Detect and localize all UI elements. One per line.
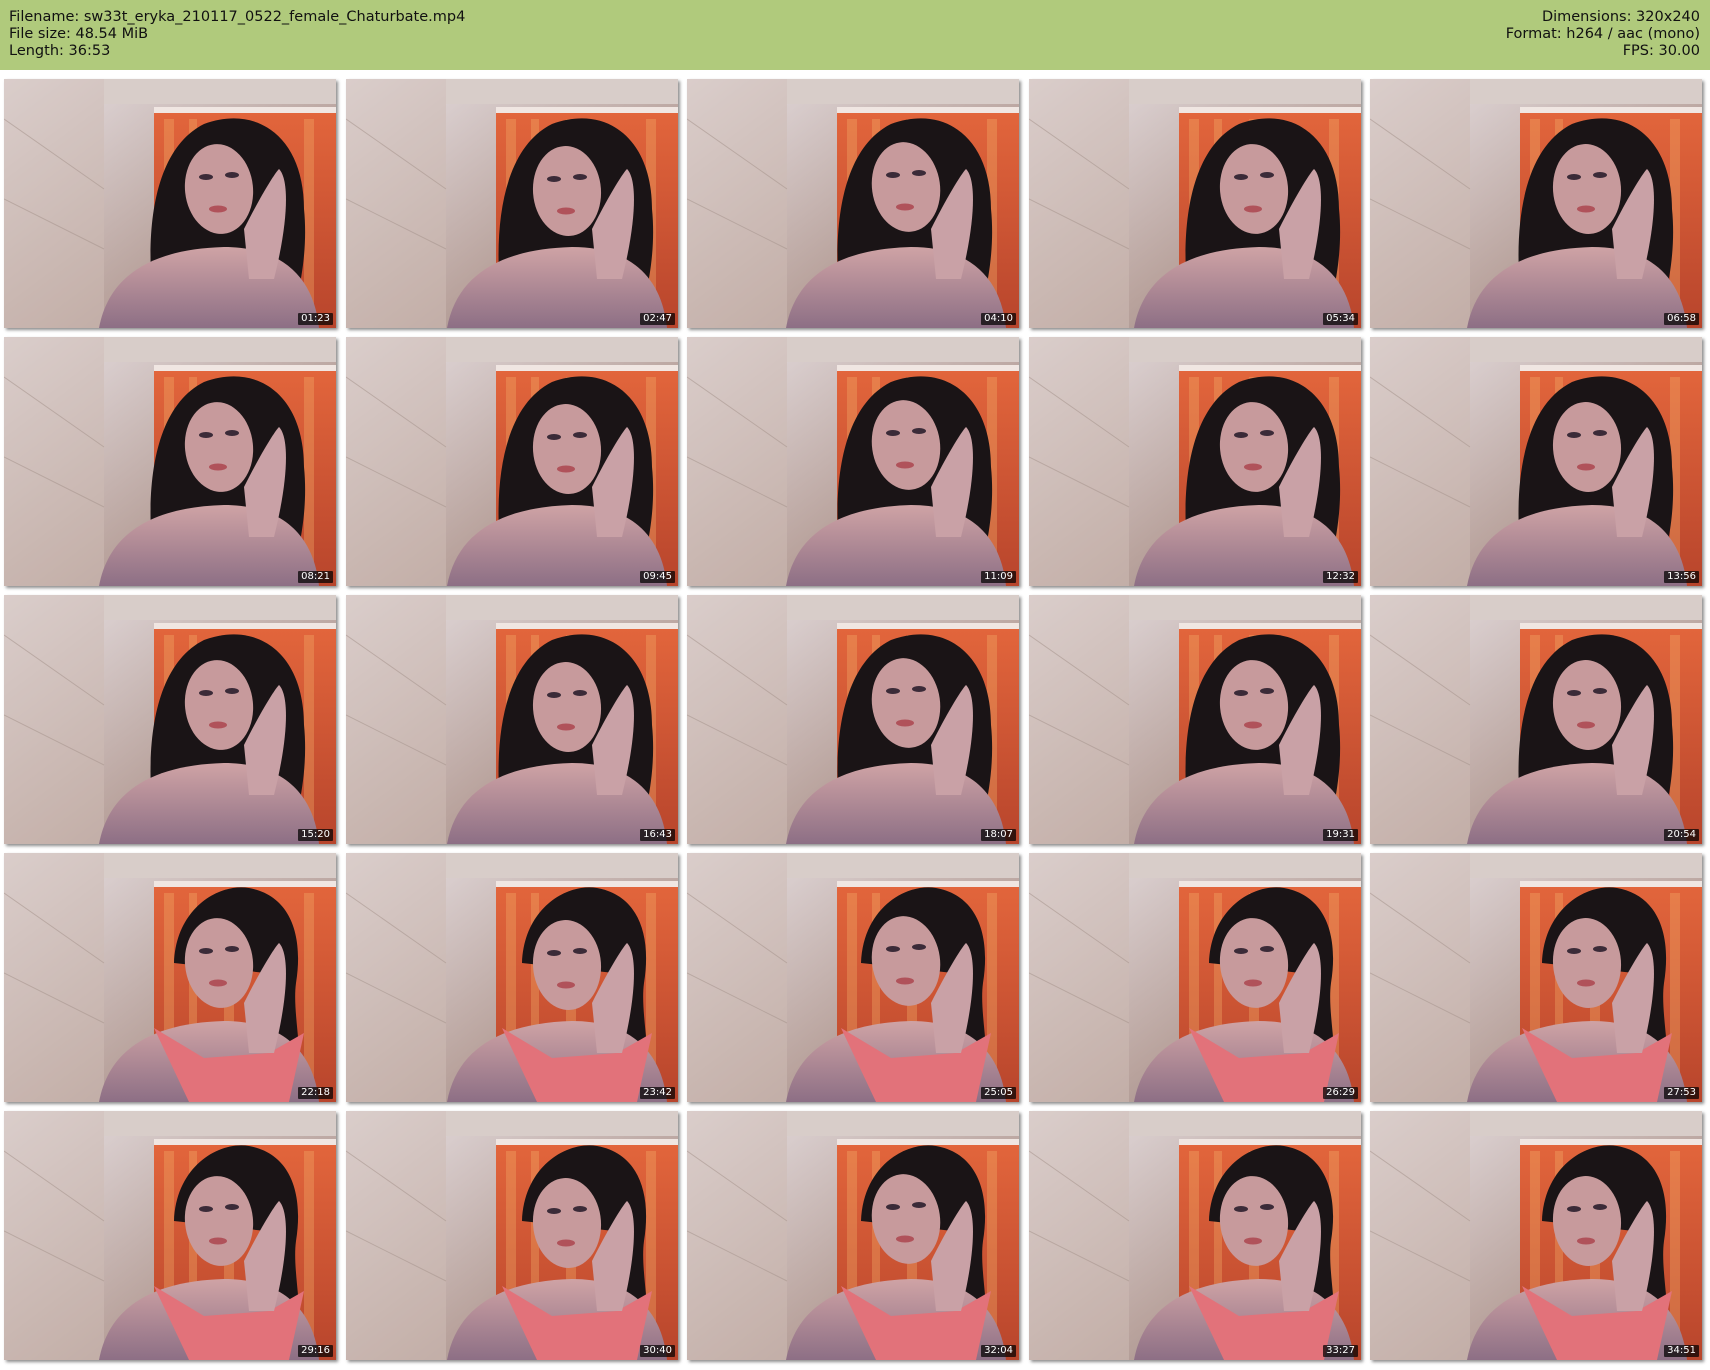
webcam-frame-image: [1370, 853, 1702, 1102]
timestamp-label: 15:20: [298, 829, 333, 841]
timestamp-label: 11:09: [981, 571, 1016, 583]
video-thumbnail: 12:32: [1029, 337, 1361, 586]
format-text: Format: h264 / aac (mono): [1505, 26, 1700, 42]
video-thumbnail: 23:42: [346, 853, 678, 1102]
video-thumbnail: 05:34: [1029, 79, 1361, 328]
webcam-frame-image: [346, 1111, 678, 1360]
video-thumbnail: 16:43: [346, 595, 678, 844]
video-thumbnail: 01:23: [4, 79, 336, 328]
webcam-frame-image: [4, 1111, 336, 1360]
dimensions-text: Dimensions: 320x240: [1541, 9, 1700, 25]
video-thumbnail: 02:47: [346, 79, 678, 328]
video-thumbnail: 29:16: [4, 1111, 336, 1360]
webcam-frame-image: [687, 853, 1019, 1102]
webcam-frame-image: [346, 853, 678, 1102]
video-thumbnail: 09:45: [346, 337, 678, 586]
timestamp-label: 34:51: [1664, 1345, 1699, 1357]
video-thumbnail: 34:51: [1370, 1111, 1702, 1360]
timestamp-label: 26:29: [1323, 1087, 1358, 1099]
filename-text: Filename: sw33t_eryka_210117_0522_female…: [9, 9, 466, 25]
file-info-left: Filename: sw33t_eryka_210117_0522_female…: [9, 9, 465, 60]
webcam-frame-image: [4, 79, 336, 328]
webcam-frame-image: [1370, 595, 1702, 844]
timestamp-label: 29:16: [298, 1345, 333, 1357]
length-text: Length: 36:53: [9, 43, 111, 59]
timestamp-label: 06:58: [1664, 313, 1699, 325]
webcam-frame-image: [687, 337, 1019, 586]
webcam-frame-image: [346, 79, 678, 328]
video-thumbnail: 11:09: [687, 337, 1019, 586]
video-thumbnail: 22:18: [4, 853, 336, 1102]
webcam-frame-image: [346, 337, 678, 586]
webcam-frame-image: [1029, 595, 1361, 844]
webcam-frame-image: [4, 337, 336, 586]
timestamp-label: 22:18: [298, 1087, 333, 1099]
timestamp-label: 13:56: [1664, 571, 1699, 583]
video-thumbnail: 33:27: [1029, 1111, 1361, 1360]
timestamp-label: 12:32: [1323, 571, 1358, 583]
video-thumbnail: 15:20: [4, 595, 336, 844]
timestamp-label: 32:04: [981, 1345, 1016, 1357]
fps-text: FPS: 30.00: [1622, 43, 1700, 59]
timestamp-label: 20:54: [1664, 829, 1699, 841]
webcam-frame-image: [1029, 79, 1361, 328]
video-thumbnail: 06:58: [1370, 79, 1702, 328]
video-thumbnail: 30:40: [346, 1111, 678, 1360]
timestamp-label: 18:07: [981, 829, 1016, 841]
timestamp-label: 16:43: [640, 829, 675, 841]
webcam-frame-image: [1029, 1111, 1361, 1360]
timestamp-label: 19:31: [1323, 829, 1358, 841]
timestamp-label: 01:23: [298, 313, 333, 325]
webcam-frame-image: [1370, 337, 1702, 586]
video-thumbnail: 25:05: [687, 853, 1019, 1102]
video-thumbnail: 13:56: [1370, 337, 1702, 586]
timestamp-label: 30:40: [640, 1345, 675, 1357]
video-thumbnail: 32:04: [687, 1111, 1019, 1360]
webcam-frame-image: [1029, 337, 1361, 586]
webcam-frame-image: [1029, 853, 1361, 1102]
timestamp-label: 05:34: [1323, 313, 1358, 325]
thumbnail-grid: 01:23 02:47 04:10 05:34 06:58 08:21 09:4…: [4, 79, 1708, 1367]
webcam-frame-image: [1370, 1111, 1702, 1360]
timestamp-label: 23:42: [640, 1087, 675, 1099]
timestamp-label: 04:10: [981, 313, 1016, 325]
timestamp-label: 33:27: [1323, 1345, 1358, 1357]
video-thumbnail: 18:07: [687, 595, 1019, 844]
webcam-frame-image: [687, 595, 1019, 844]
video-thumbnail: 08:21: [4, 337, 336, 586]
filesize-text: File size: 48.54 MiB: [9, 26, 149, 42]
timestamp-label: 09:45: [640, 571, 675, 583]
video-thumbnail: 19:31: [1029, 595, 1361, 844]
file-info-right: Dimensions: 320x240 Format: h264 / aac (…: [1506, 9, 1700, 60]
webcam-frame-image: [687, 1111, 1019, 1360]
webcam-frame-image: [346, 595, 678, 844]
video-thumbnail: 20:54: [1370, 595, 1702, 844]
timestamp-label: 27:53: [1664, 1087, 1699, 1099]
video-thumbnail: 26:29: [1029, 853, 1361, 1102]
webcam-frame-image: [687, 79, 1019, 328]
timestamp-label: 25:05: [981, 1087, 1016, 1099]
webcam-frame-image: [4, 595, 336, 844]
timestamp-label: 02:47: [640, 313, 675, 325]
info-header: Filename: sw33t_eryka_210117_0522_female…: [0, 0, 1710, 70]
video-thumbnail: 04:10: [687, 79, 1019, 328]
webcam-frame-image: [1370, 79, 1702, 328]
video-thumbnail: 27:53: [1370, 853, 1702, 1102]
timestamp-label: 08:21: [298, 571, 333, 583]
webcam-frame-image: [4, 853, 336, 1102]
